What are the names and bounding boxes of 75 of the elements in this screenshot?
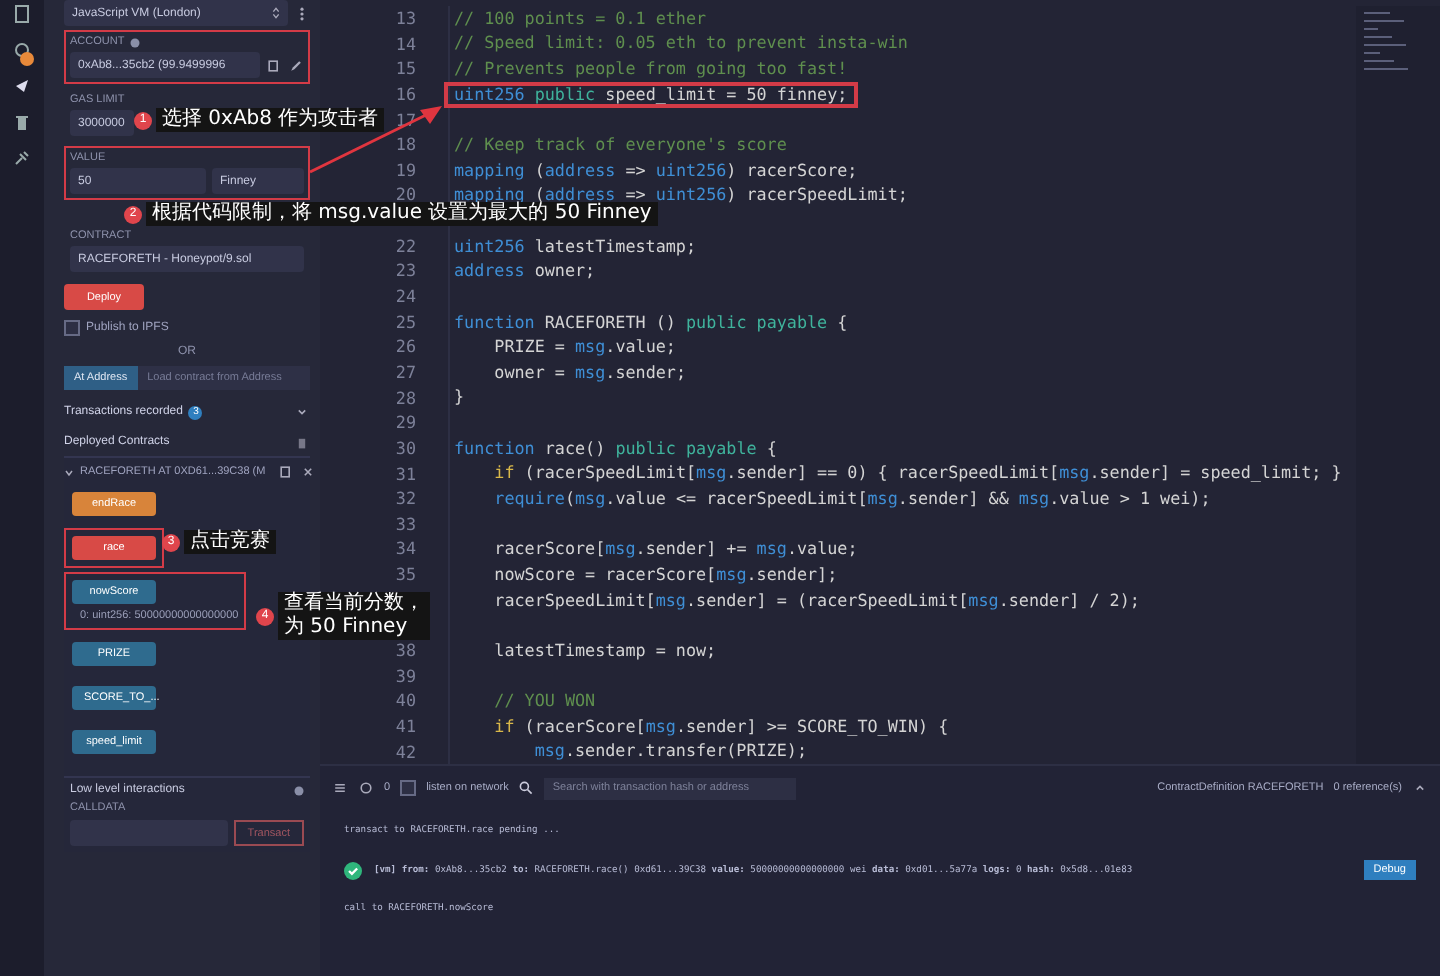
line-number: 23 (395, 260, 416, 281)
line-number: 22 (395, 235, 416, 256)
edit-icon[interactable] (288, 57, 304, 73)
collapse-icon[interactable] (332, 780, 348, 796)
compiler-icon[interactable] (12, 40, 32, 60)
line-number: 35 (395, 564, 416, 585)
line-number: 27 (395, 361, 416, 382)
code-line: // Speed limit: 0.05 eth to prevent insta-win (454, 34, 908, 53)
code-line: racerScore[msg.sender] += msg.value; (492, 540, 858, 559)
search-icon[interactable] (518, 780, 535, 796)
code-line: } (454, 388, 465, 407)
line-number: 31 (395, 463, 416, 484)
code-line: // Prevents people from going too fast! (454, 60, 848, 79)
line-number: 24 (395, 286, 416, 307)
line-number: 18 (395, 134, 416, 155)
code-line: owner = msg.sender; (492, 363, 686, 382)
code-line: address owner; (454, 262, 596, 281)
line-number: 19 (395, 159, 416, 180)
line-number: 42 (395, 741, 416, 762)
line-number: 41 (395, 715, 416, 736)
line-number: 39 (395, 665, 416, 686)
deploy-icon[interactable] (12, 76, 32, 96)
files-icon[interactable] (12, 4, 32, 24)
code-line: msg.sender.transfer(PRIZE); (532, 742, 807, 761)
callout-label: 根据代码限制，将 msg.value 设置为最大的 50 Finney (146, 202, 658, 226)
line-number: 30 (395, 437, 416, 458)
updown-caret-icon (272, 6, 280, 20)
copy-icon[interactable] (266, 57, 282, 73)
info-icon (294, 785, 304, 795)
code-line: if (racerSpeedLimit[msg.sender] == 0) { racerSpeedLimit[msg.sender] = speed_limit; } (492, 464, 1342, 483)
checkbox[interactable] (64, 320, 80, 336)
code-line: latestTimestamp = now; (492, 641, 717, 660)
plug-icon[interactable] (12, 148, 32, 168)
code-line: nowScore = racerScore[msg.sender]; (492, 565, 838, 584)
code-line: if (racerScore[msg.sender] >= SCORE_TO_WIN) { (492, 717, 949, 736)
line-number: 15 (395, 58, 416, 79)
line-number: 29 (395, 412, 416, 433)
line-number: 25 (395, 311, 416, 332)
code-line: uint256 public speed_limit = 50 finney; (454, 85, 848, 104)
chevron-icon[interactable] (294, 404, 310, 420)
line-number: 34 (395, 538, 416, 559)
code-line: PRIZE = msg.value; (492, 338, 676, 357)
code-line: mapping (address => uint256) racerScore; (454, 161, 858, 180)
line-number: 16 (395, 83, 416, 104)
code-line: require(msg.value <= racerSpeedLimit[msg.sender] && msg.value > 1 wei); (492, 490, 1211, 508)
line-number: 33 (395, 513, 416, 534)
code-line: // 100 points = 0.1 ether (454, 9, 707, 28)
trash-icon[interactable] (12, 112, 32, 132)
code-line: // Keep track of everyone's score (454, 136, 787, 155)
trash-icon[interactable] (294, 434, 310, 450)
line-number: 14 (395, 33, 416, 54)
callout-label: 选择 0xAb8 作为攻击者 (156, 108, 385, 132)
info-icon (130, 37, 141, 47)
code-line: racerSpeedLimit[msg.sender] = (racerSpeedLimit[msg.sender] / 2); (492, 591, 1140, 610)
line-number: 20 (395, 184, 416, 205)
notification-badge (20, 52, 34, 66)
close-icon[interactable] (299, 464, 316, 480)
code-line: // YOU WON (492, 692, 596, 711)
callout-label: 查看当前分数，为 50 Finney (278, 592, 430, 640)
code-line: function race() public payable { (454, 439, 777, 458)
code-line: uint256 latestTimestamp; (454, 237, 697, 256)
chevron-icon[interactable] (64, 467, 74, 477)
line-number: 40 (395, 690, 416, 711)
callout-label: 点击竞赛 (184, 530, 276, 554)
success-check-icon (344, 861, 362, 879)
line-number: 38 (395, 640, 416, 661)
line-number: 13 (395, 8, 416, 28)
chevron-icon[interactable] (1412, 780, 1428, 796)
code-line: function RACEFORETH () public payable { (454, 313, 848, 332)
line-number: 28 (395, 387, 416, 408)
checkbox[interactable] (400, 780, 417, 796)
line-number: 26 (395, 336, 416, 357)
clear-icon[interactable] (358, 780, 374, 796)
copy-icon[interactable] (277, 464, 294, 480)
line-number: 32 (395, 488, 416, 509)
